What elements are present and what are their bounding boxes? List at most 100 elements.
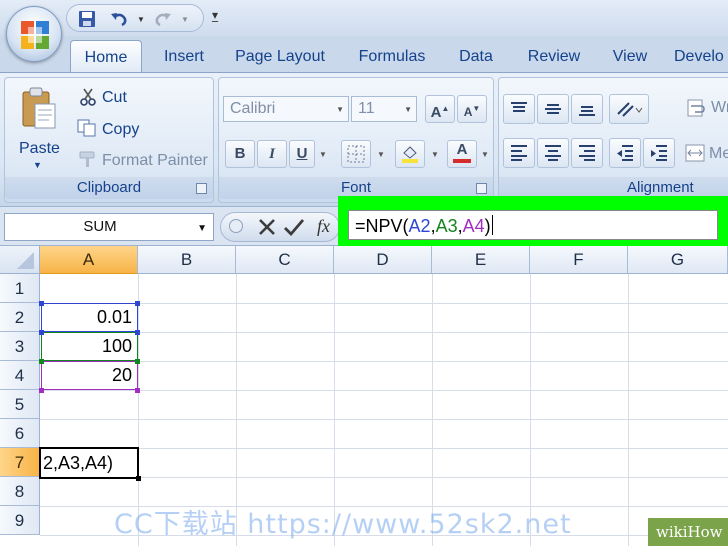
align-right-icon[interactable]	[571, 138, 603, 168]
grid-line	[40, 390, 728, 391]
align-bottom-icon[interactable]	[571, 94, 603, 124]
paste-dropdown-icon[interactable]: ▼	[33, 160, 42, 170]
row-header-1[interactable]: 1	[0, 274, 40, 303]
insert-function-icon[interactable]: fx	[317, 216, 330, 237]
decrease-indent-icon[interactable]	[609, 138, 641, 168]
cancel-entry-icon[interactable]	[257, 216, 277, 243]
customize-toolbar-icon[interactable]: ▾̲	[212, 8, 218, 22]
office-button[interactable]	[6, 6, 62, 62]
column-header-g[interactable]: G	[628, 246, 728, 274]
name-box-value: SUM	[83, 218, 117, 235]
font-dialog-launcher-icon[interactable]	[476, 183, 487, 194]
row-header-2[interactable]: 2	[0, 303, 40, 332]
row-header-6[interactable]: 6	[0, 419, 40, 448]
paste-icon[interactable]	[19, 86, 59, 132]
font-size-combo[interactable]: 11 ▼	[351, 96, 417, 122]
borders-dropdown-icon[interactable]: ▼	[377, 150, 385, 159]
tab-view[interactable]: View	[604, 40, 656, 74]
formula-ref-a3: A3	[435, 216, 458, 236]
font-color-icon[interactable]: A	[447, 140, 477, 168]
alignment-group: Wr Me Alignment	[498, 77, 728, 203]
row-header-8[interactable]: 8	[0, 477, 40, 506]
row-header-4[interactable]: 4	[0, 361, 40, 390]
italic-button[interactable]: I	[257, 140, 287, 168]
row-header-9[interactable]: 9	[0, 506, 40, 535]
grow-font-icon[interactable]: A▲	[425, 95, 455, 123]
borders-icon[interactable]	[341, 140, 371, 168]
formula-prefix: =NPV(	[355, 216, 409, 236]
font-name-dropdown-icon[interactable]: ▼	[336, 105, 344, 114]
align-left-icon[interactable]	[503, 138, 535, 168]
column-header-f[interactable]: F	[530, 246, 628, 274]
cut-button[interactable]: Cut	[102, 89, 127, 107]
format-painter-button[interactable]: Format Painter	[102, 152, 208, 170]
scissors-icon	[79, 88, 97, 111]
row-header-5[interactable]: 5	[0, 390, 40, 419]
tab-home[interactable]: Home	[70, 40, 142, 74]
merge-center-icon[interactable]	[685, 144, 705, 162]
merge-center-button[interactable]: Me	[709, 145, 728, 163]
cell-a4[interactable]: 20	[41, 361, 137, 390]
fill-color-icon[interactable]	[395, 140, 425, 168]
column-header-a[interactable]: A	[40, 246, 138, 274]
select-all-corner[interactable]	[0, 246, 40, 274]
clipboard-group-label: Clipboard	[5, 177, 213, 199]
shrink-font-icon[interactable]: A▼	[457, 95, 487, 123]
row-header-7[interactable]: 7	[0, 448, 40, 477]
column-header-d[interactable]: D	[334, 246, 432, 274]
formula-suffix: )	[484, 216, 491, 236]
name-box[interactable]: SUM ▼	[4, 213, 214, 241]
copy-button[interactable]: Copy	[102, 121, 139, 139]
fill-handle[interactable]	[136, 476, 141, 481]
ribbon-tab-bar: Home Insert Page Layout Formulas Data Re…	[0, 36, 728, 74]
wrap-text-button[interactable]: Wr	[711, 99, 728, 117]
tab-review[interactable]: Review	[520, 40, 588, 74]
paste-button[interactable]: Paste	[19, 140, 60, 158]
font-size-dropdown-icon[interactable]: ▼	[404, 105, 412, 114]
font-name-combo[interactable]: Calibri ▼	[223, 96, 349, 122]
wikihow-badge: wikiHow	[648, 518, 728, 546]
formula-bar-grip-icon	[229, 219, 243, 233]
name-box-dropdown-icon[interactable]: ▼	[197, 223, 207, 234]
clipboard-group: Paste ▼ Cut Copy Format Painter Clipboar…	[4, 77, 214, 203]
clipboard-dialog-launcher-icon[interactable]	[196, 183, 207, 194]
active-cell-a7[interactable]: 2,A3,A4)	[39, 447, 139, 479]
tab-developer[interactable]: Develo	[674, 40, 728, 74]
tab-data[interactable]: Data	[452, 40, 500, 74]
undo-dropdown-icon[interactable]: ▼	[137, 15, 145, 24]
formula-ref-a2: A2	[408, 216, 431, 236]
redo-icon[interactable]	[153, 9, 173, 29]
column-header-c[interactable]: C	[236, 246, 334, 274]
formula-text: =NPV(A2,A3,A4)	[355, 215, 493, 237]
wrap-text-icon[interactable]	[687, 98, 707, 118]
tab-formulas[interactable]: Formulas	[346, 40, 438, 74]
cell-a2[interactable]: 0.01	[41, 303, 137, 332]
row-header-3[interactable]: 3	[0, 332, 40, 361]
align-center-icon[interactable]	[537, 138, 569, 168]
tab-insert[interactable]: Insert	[152, 40, 216, 74]
save-icon[interactable]	[77, 9, 97, 29]
quick-access-toolbar: ▼ ▼	[66, 4, 204, 32]
fill-color-dropdown-icon[interactable]: ▼	[431, 150, 439, 159]
formula-input[interactable]: =NPV(A2,A3,A4)	[348, 210, 718, 240]
site-watermark: CC下载站 https://www.52sk2.net	[114, 509, 572, 540]
align-middle-icon[interactable]	[537, 94, 569, 124]
title-bar: ▼ ▼ ▾̲	[0, 0, 728, 36]
worksheet-grid[interactable]: A B C D E F G 1 2 3 4 5 6 7 8 9 0.01 100…	[0, 246, 728, 546]
align-top-icon[interactable]	[503, 94, 535, 124]
redo-dropdown-icon[interactable]: ▼	[181, 15, 189, 24]
column-header-e[interactable]: E	[432, 246, 530, 274]
tab-page-layout[interactable]: Page Layout	[226, 40, 334, 74]
office-logo-icon	[21, 21, 49, 49]
underline-dropdown-icon[interactable]: ▼	[319, 150, 327, 159]
column-header-b[interactable]: B	[138, 246, 236, 274]
enter-checkmark-icon[interactable]	[283, 216, 305, 243]
increase-indent-icon[interactable]	[643, 138, 675, 168]
font-color-dropdown-icon[interactable]: ▼	[481, 150, 489, 159]
underline-button[interactable]: U	[289, 140, 315, 168]
cell-a3[interactable]: 100	[41, 332, 137, 361]
orientation-icon[interactable]	[609, 94, 649, 124]
ribbon: Paste ▼ Cut Copy Format Painter Clipboar…	[0, 72, 728, 206]
bold-button[interactable]: B	[225, 140, 255, 168]
undo-icon[interactable]	[109, 9, 129, 29]
